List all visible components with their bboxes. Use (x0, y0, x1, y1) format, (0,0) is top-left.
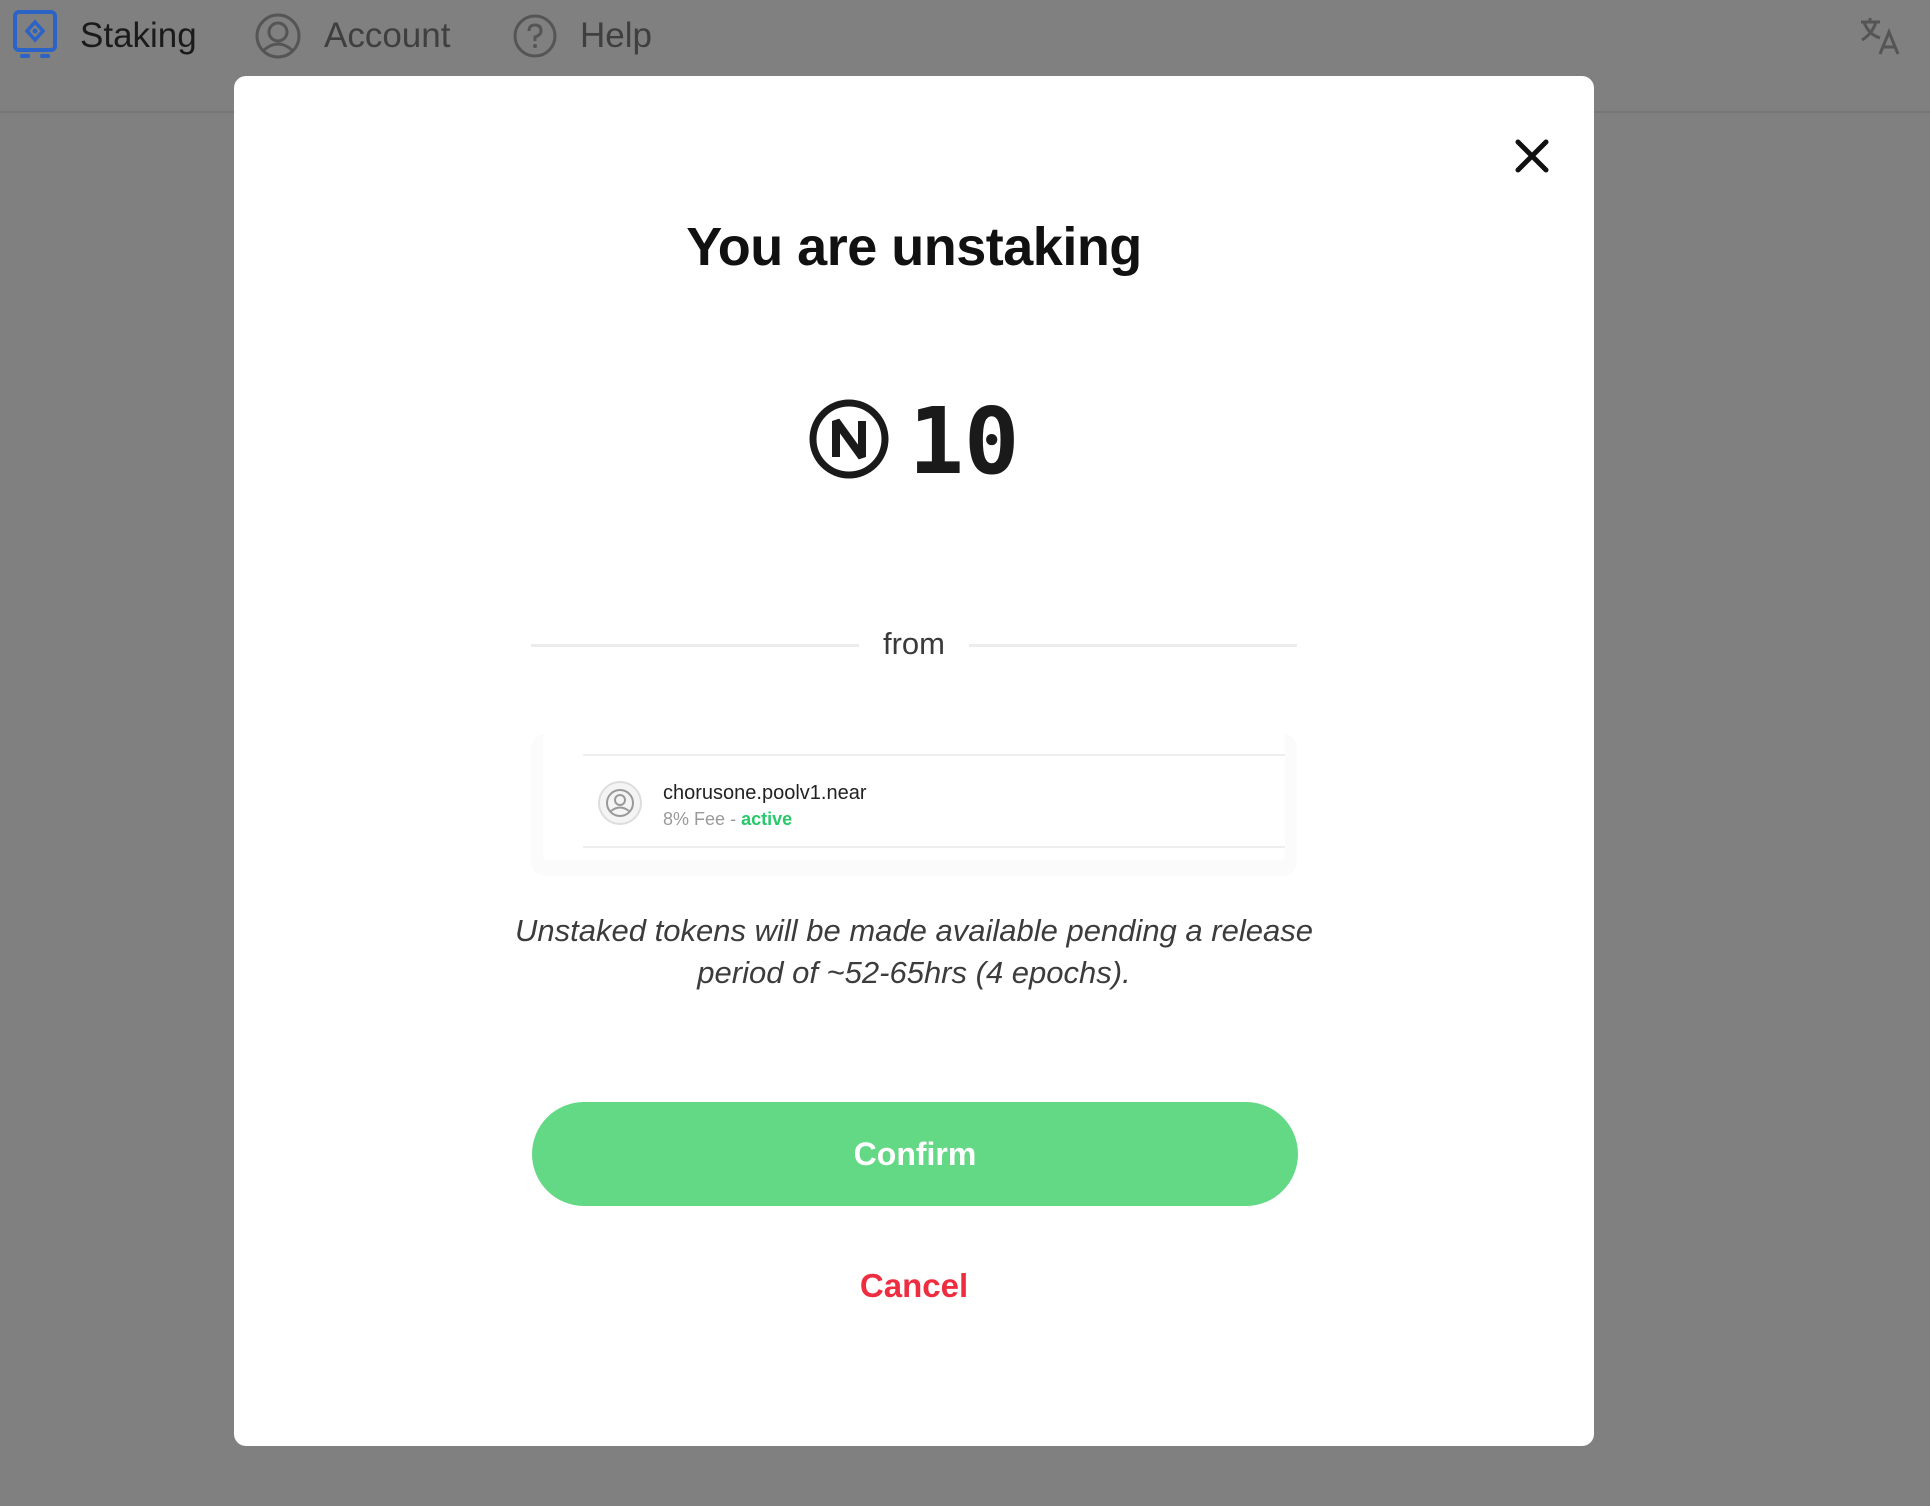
validator-name: chorusone.poolv1.near (663, 782, 867, 804)
validator-fee: 8% Fee (663, 809, 726, 829)
validator-meta: 8% Fee - active (663, 809, 792, 830)
help-icon (512, 13, 558, 59)
divider-line (969, 644, 1297, 647)
validator-status: active (741, 809, 793, 829)
close-button[interactable] (1502, 126, 1562, 186)
nav-item-label: Help (580, 16, 652, 55)
cancel-button[interactable]: Cancel (814, 1256, 1014, 1316)
confirm-button[interactable]: Confirm (532, 1102, 1298, 1206)
account-icon (254, 12, 302, 60)
validator-avatar-icon (597, 780, 643, 826)
release-notice: Unstaked tokens will be made available p… (515, 913, 1313, 990)
amount-display: 10 (234, 376, 1594, 506)
nav-item-account[interactable]: Account (254, 10, 450, 62)
validator-card: chorusone.poolv1.near 8% Fee - active (531, 658, 1297, 876)
nav-item-label: Account (324, 16, 451, 55)
row-divider (583, 754, 1285, 756)
staking-icon (12, 10, 58, 62)
nav-item-staking[interactable]: Staking (12, 10, 197, 62)
close-icon (1502, 126, 1562, 186)
near-currency-icon (809, 399, 889, 484)
meta-separator: - (730, 809, 737, 829)
row-divider (583, 846, 1285, 848)
unstake-modal: You are unstaking 10 from chorusone.pool… (234, 76, 1594, 1446)
modal-title: You are unstaking (686, 217, 1142, 277)
nav-item-label: Staking (80, 16, 197, 55)
unstake-amount: 10 (908, 387, 1020, 495)
translate-icon[interactable] (1858, 14, 1902, 63)
validator-row: chorusone.poolv1.near 8% Fee - active (543, 734, 1285, 860)
nav-item-help[interactable]: Help (512, 10, 652, 62)
